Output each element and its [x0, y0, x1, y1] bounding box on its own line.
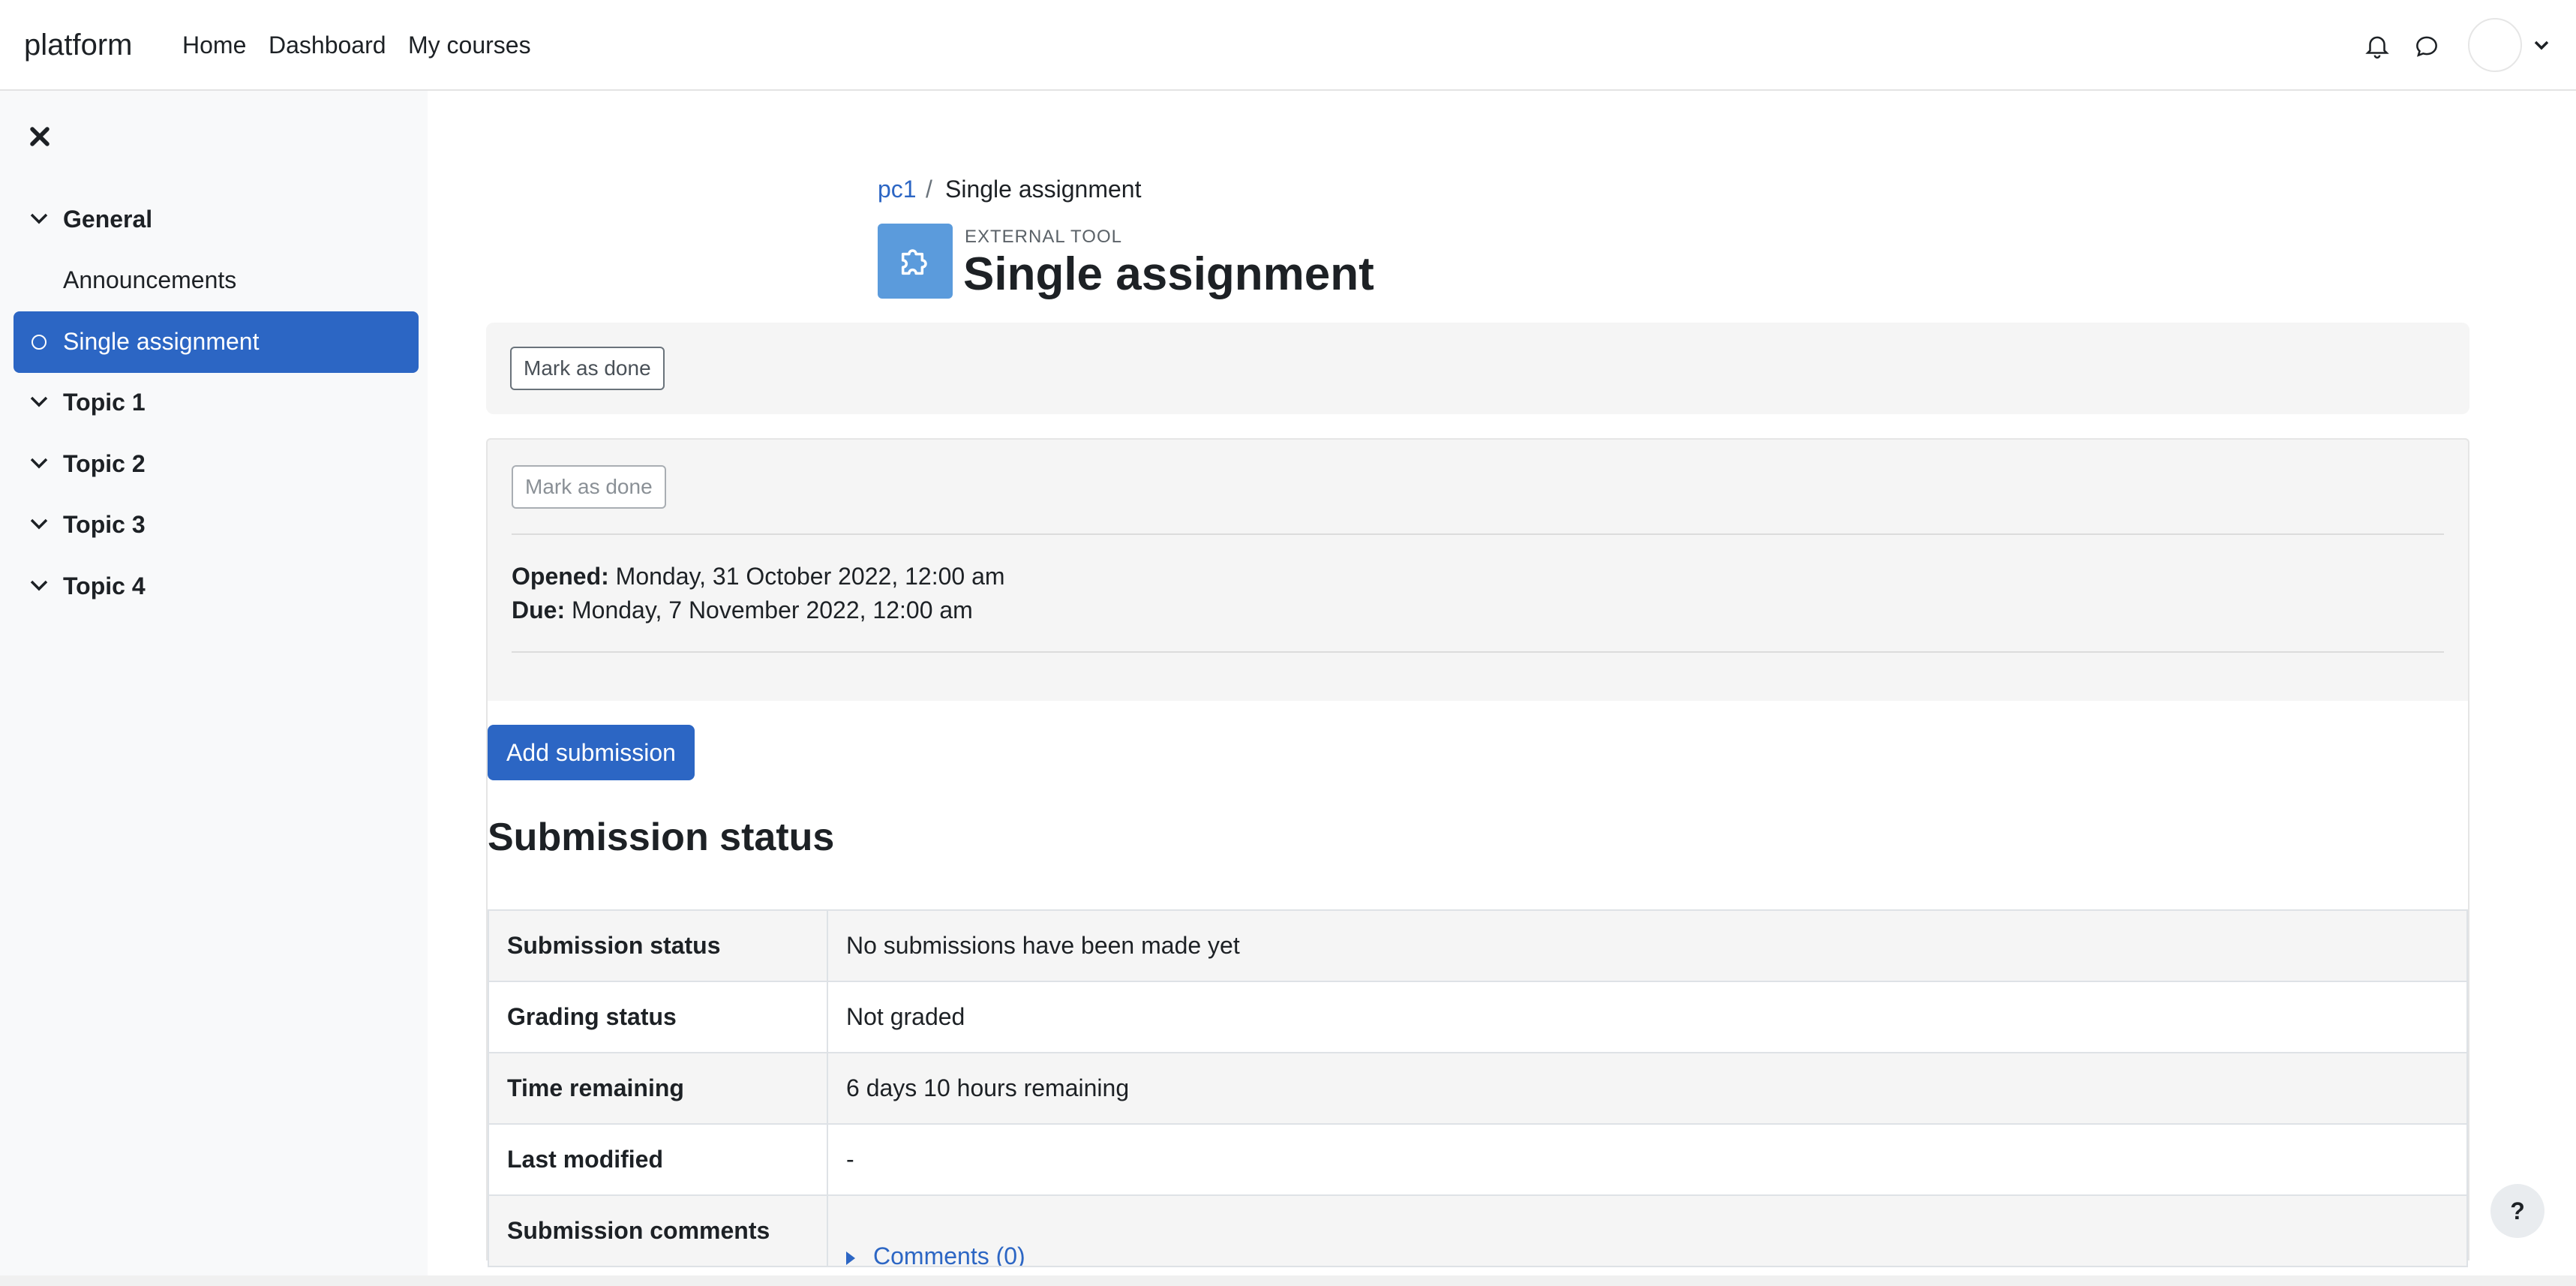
page-title: Single assignment: [963, 248, 1374, 300]
due-label: Due:: [512, 596, 566, 623]
user-menu-chevron-down-icon[interactable]: [2532, 39, 2550, 53]
help-button[interactable]: ?: [2490, 1184, 2544, 1238]
chevron-down-icon[interactable]: [29, 517, 50, 532]
chevron-down-icon[interactable]: [29, 395, 50, 410]
user-avatar[interactable]: [2468, 18, 2522, 72]
opened-value: Monday, 31 October 2022, 12:00 am: [615, 563, 1005, 590]
row-value: Comments (0): [827, 1194, 2468, 1267]
course-section-topic-1[interactable]: Topic 1: [0, 374, 428, 434]
opened-date: Opened: Monday, 31 October 2022, 12:00 a…: [512, 563, 1005, 590]
course-section-topic-2[interactable]: Topic 2: [0, 435, 428, 495]
row-value: Not graded: [827, 981, 2468, 1053]
notifications-bell-icon[interactable]: [2363, 32, 2391, 60]
opened-label: Opened:: [512, 563, 609, 590]
chevron-down-icon[interactable]: [29, 578, 50, 593]
chevron-down-icon[interactable]: [29, 212, 50, 227]
drawer-item-announcements[interactable]: Announcements: [63, 266, 236, 294]
mark-as-done-button-secondary[interactable]: Mark as done: [512, 465, 666, 509]
course-section-general[interactable]: General: [0, 191, 428, 251]
course-section-topic-3[interactable]: Topic 3: [0, 496, 428, 556]
row-key: Submission status: [488, 909, 828, 982]
site-brand[interactable]: platform: [24, 29, 133, 62]
submission-status-table: Submission status No submissions have be…: [488, 909, 2468, 1267]
section-label[interactable]: Topic 2: [63, 450, 146, 478]
chevron-down-icon[interactable]: [29, 456, 50, 471]
nav-dashboard-link[interactable]: Dashboard: [269, 32, 386, 59]
top-navbar: platform Home Dashboard My courses: [0, 0, 2576, 91]
table-row: Time remaining 6 days 10 hours remaining: [488, 1052, 2468, 1125]
footer-edge: [0, 1275, 2576, 1286]
divider: [512, 533, 2444, 535]
row-key: Submission comments: [488, 1194, 828, 1267]
divider: [512, 651, 2444, 653]
nav-my-courses-link[interactable]: My courses: [408, 32, 531, 59]
breadcrumb-course-link[interactable]: pc1: [878, 176, 917, 203]
due-date: Due: Monday, 7 November 2022, 12:00 am: [512, 596, 973, 624]
row-value: 6 days 10 hours remaining: [827, 1052, 2468, 1125]
section-label[interactable]: Topic 1: [63, 389, 146, 416]
row-key: Time remaining: [488, 1052, 828, 1125]
course-section-topic-4[interactable]: Topic 4: [0, 557, 428, 617]
drawer-item-single-assignment[interactable]: Single assignment: [14, 311, 419, 373]
add-submission-button[interactable]: Add submission: [488, 725, 695, 780]
row-value: -: [827, 1123, 2468, 1196]
comments-toggle-link[interactable]: Comments (0): [846, 1242, 1025, 1265]
table-row: Grading status Not graded: [488, 981, 2468, 1053]
breadcrumb-separator: /: [926, 176, 932, 203]
drawer-item-label[interactable]: Single assignment: [63, 328, 259, 356]
section-label[interactable]: Topic 4: [63, 572, 146, 600]
nav-home-link[interactable]: Home: [182, 32, 246, 59]
activity-completion-panel: Mark as done: [486, 323, 2469, 414]
section-label[interactable]: General: [63, 206, 152, 233]
row-key: Last modified: [488, 1123, 828, 1196]
completion-circle-icon: [32, 335, 47, 350]
comments-label[interactable]: Comments (0): [873, 1242, 1025, 1265]
section-label[interactable]: Topic 3: [63, 511, 146, 539]
due-value: Monday, 7 November 2022, 12:00 am: [572, 596, 973, 623]
table-row: Submission status No submissions have be…: [488, 909, 2468, 982]
breadcrumb-current: Single assignment: [945, 176, 1142, 203]
course-index-drawer: General Announcements Single assignment …: [0, 91, 428, 1286]
row-value: No submissions have been made yet: [827, 909, 2468, 982]
table-row: Submission comments Comments (0): [488, 1194, 2468, 1267]
mark-as-done-button[interactable]: Mark as done: [510, 347, 665, 390]
submission-status-heading: Submission status: [488, 816, 835, 859]
expand-triangle-icon: [846, 1251, 855, 1265]
close-drawer-icon[interactable]: [27, 124, 53, 149]
table-row: Last modified -: [488, 1123, 2468, 1196]
messages-chat-icon[interactable]: [2412, 32, 2442, 60]
row-key: Grading status: [488, 981, 828, 1053]
module-type-label: EXTERNAL TOOL: [965, 227, 1122, 247]
external-tool-puzzle-icon: [878, 224, 953, 299]
